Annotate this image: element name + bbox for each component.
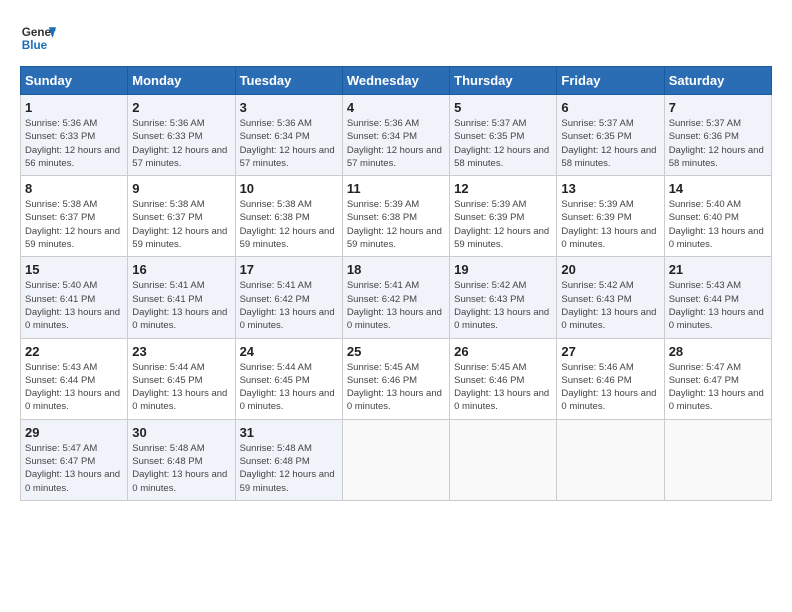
day-cell-21: 21Sunrise: 5:43 AM Sunset: 6:44 PM Dayli… (664, 257, 771, 338)
day-cell-9: 9Sunrise: 5:38 AM Sunset: 6:37 PM Daylig… (128, 176, 235, 257)
day-cell-empty-4-6 (664, 419, 771, 500)
day-cell-empty-4-3 (342, 419, 449, 500)
day-cell-8: 8Sunrise: 5:38 AM Sunset: 6:37 PM Daylig… (21, 176, 128, 257)
day-cell-7: 7Sunrise: 5:37 AM Sunset: 6:36 PM Daylig… (664, 95, 771, 176)
svg-text:Blue: Blue (22, 39, 48, 52)
week-row-4: 22Sunrise: 5:43 AM Sunset: 6:44 PM Dayli… (21, 338, 772, 419)
day-cell-2: 2Sunrise: 5:36 AM Sunset: 6:33 PM Daylig… (128, 95, 235, 176)
week-row-1: 1Sunrise: 5:36 AM Sunset: 6:33 PM Daylig… (21, 95, 772, 176)
week-row-3: 15Sunrise: 5:40 AM Sunset: 6:41 PM Dayli… (21, 257, 772, 338)
day-cell-empty-4-4 (450, 419, 557, 500)
day-cell-24: 24Sunrise: 5:44 AM Sunset: 6:45 PM Dayli… (235, 338, 342, 419)
day-cell-16: 16Sunrise: 5:41 AM Sunset: 6:41 PM Dayli… (128, 257, 235, 338)
day-cell-20: 20Sunrise: 5:42 AM Sunset: 6:43 PM Dayli… (557, 257, 664, 338)
logo: General Blue (20, 20, 56, 56)
day-cell-13: 13Sunrise: 5:39 AM Sunset: 6:39 PM Dayli… (557, 176, 664, 257)
page-header: General Blue (20, 20, 772, 56)
week-row-5: 29Sunrise: 5:47 AM Sunset: 6:47 PM Dayli… (21, 419, 772, 500)
col-header-friday: Friday (557, 67, 664, 95)
col-header-sunday: Sunday (21, 67, 128, 95)
day-cell-1: 1Sunrise: 5:36 AM Sunset: 6:33 PM Daylig… (21, 95, 128, 176)
header-row: SundayMondayTuesdayWednesdayThursdayFrid… (21, 67, 772, 95)
day-cell-6: 6Sunrise: 5:37 AM Sunset: 6:35 PM Daylig… (557, 95, 664, 176)
day-cell-5: 5Sunrise: 5:37 AM Sunset: 6:35 PM Daylig… (450, 95, 557, 176)
day-cell-4: 4Sunrise: 5:36 AM Sunset: 6:34 PM Daylig… (342, 95, 449, 176)
day-cell-26: 26Sunrise: 5:45 AM Sunset: 6:46 PM Dayli… (450, 338, 557, 419)
day-cell-10: 10Sunrise: 5:38 AM Sunset: 6:38 PM Dayli… (235, 176, 342, 257)
day-cell-18: 18Sunrise: 5:41 AM Sunset: 6:42 PM Dayli… (342, 257, 449, 338)
day-cell-29: 29Sunrise: 5:47 AM Sunset: 6:47 PM Dayli… (21, 419, 128, 500)
col-header-saturday: Saturday (664, 67, 771, 95)
day-cell-empty-4-5 (557, 419, 664, 500)
day-cell-19: 19Sunrise: 5:42 AM Sunset: 6:43 PM Dayli… (450, 257, 557, 338)
day-cell-31: 31Sunrise: 5:48 AM Sunset: 6:48 PM Dayli… (235, 419, 342, 500)
col-header-tuesday: Tuesday (235, 67, 342, 95)
col-header-wednesday: Wednesday (342, 67, 449, 95)
day-cell-28: 28Sunrise: 5:47 AM Sunset: 6:47 PM Dayli… (664, 338, 771, 419)
day-cell-3: 3Sunrise: 5:36 AM Sunset: 6:34 PM Daylig… (235, 95, 342, 176)
logo-icon: General Blue (20, 20, 56, 56)
day-cell-27: 27Sunrise: 5:46 AM Sunset: 6:46 PM Dayli… (557, 338, 664, 419)
day-cell-30: 30Sunrise: 5:48 AM Sunset: 6:48 PM Dayli… (128, 419, 235, 500)
day-cell-11: 11Sunrise: 5:39 AM Sunset: 6:38 PM Dayli… (342, 176, 449, 257)
day-cell-25: 25Sunrise: 5:45 AM Sunset: 6:46 PM Dayli… (342, 338, 449, 419)
day-cell-17: 17Sunrise: 5:41 AM Sunset: 6:42 PM Dayli… (235, 257, 342, 338)
calendar-table: SundayMondayTuesdayWednesdayThursdayFrid… (20, 66, 772, 501)
week-row-2: 8Sunrise: 5:38 AM Sunset: 6:37 PM Daylig… (21, 176, 772, 257)
day-cell-12: 12Sunrise: 5:39 AM Sunset: 6:39 PM Dayli… (450, 176, 557, 257)
day-cell-22: 22Sunrise: 5:43 AM Sunset: 6:44 PM Dayli… (21, 338, 128, 419)
day-cell-15: 15Sunrise: 5:40 AM Sunset: 6:41 PM Dayli… (21, 257, 128, 338)
day-cell-23: 23Sunrise: 5:44 AM Sunset: 6:45 PM Dayli… (128, 338, 235, 419)
col-header-thursday: Thursday (450, 67, 557, 95)
col-header-monday: Monday (128, 67, 235, 95)
day-cell-14: 14Sunrise: 5:40 AM Sunset: 6:40 PM Dayli… (664, 176, 771, 257)
